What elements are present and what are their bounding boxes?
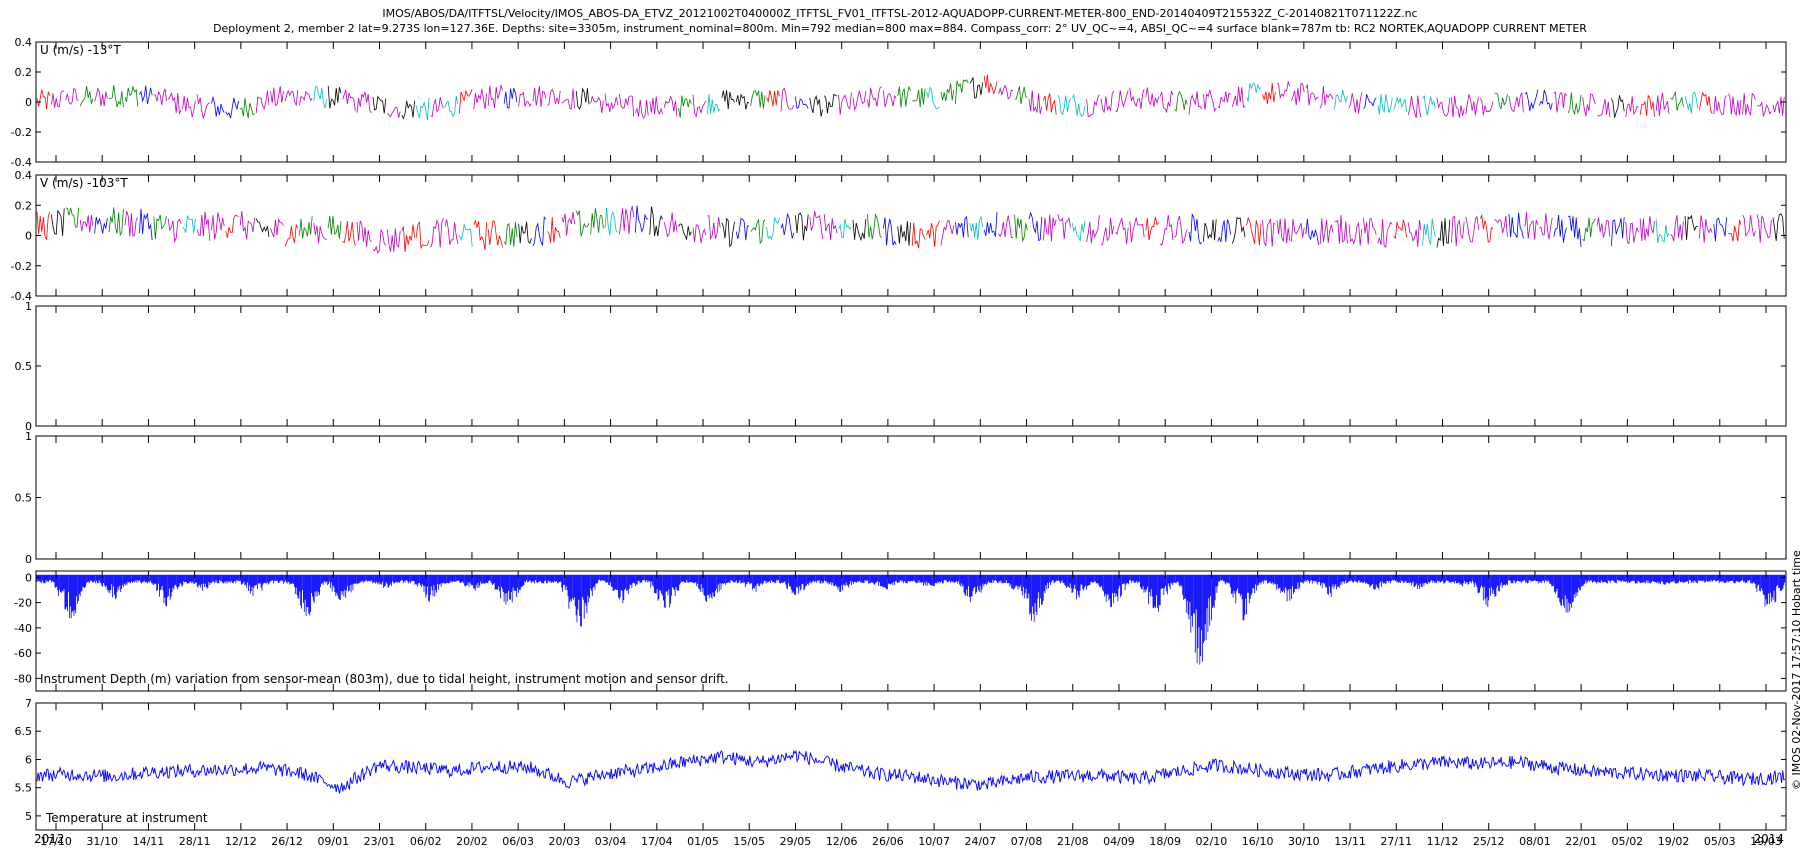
x-tick-label: 10/07 [918, 835, 950, 848]
series-line-temp [36, 749, 1786, 794]
x-tick-label: 14/11 [133, 835, 165, 848]
x-tick-label: 19/02 [1658, 835, 1690, 848]
y-tick-label-temp: 5.5 [15, 782, 33, 795]
axes-frame-empty2 [35, 435, 1787, 560]
panel-label-depth: Instrument Depth (m) variation from sens… [40, 672, 729, 686]
x-tick-label: 15/05 [733, 835, 765, 848]
imos-credit: © IMOS 02-Nov-2017 17:57:10 Hobart time [1790, 550, 1800, 790]
panel-label-v: V (m/s) -103°T [40, 176, 128, 190]
y-tick-label-v: 0.2 [15, 199, 33, 212]
x-tick-label: 17/04 [641, 835, 673, 848]
x-year-end-label: 2014 [1753, 832, 1784, 846]
y-tick-label-u: 0.4 [15, 36, 33, 49]
y-tick-label-v: -0.2 [11, 260, 32, 273]
panel-empty2: 00.51 [15, 430, 1787, 566]
y-tick-label-empty2: 0.5 [15, 492, 33, 505]
x-tick-label: 12/12 [225, 835, 257, 848]
x-tick-label: 05/03 [1704, 835, 1736, 848]
x-tick-label: 20/02 [456, 835, 488, 848]
x-tick-label: 01/05 [687, 835, 719, 848]
x-tick-label: 26/06 [872, 835, 904, 848]
y-tick-label-u: -0.2 [11, 126, 32, 139]
y-tick-label-empty1: 1 [25, 300, 32, 313]
x-tick-label: 11/12 [1427, 835, 1459, 848]
x-tick-label: 27/11 [1380, 835, 1412, 848]
axes-frame-u [35, 41, 1787, 163]
x-tick-label: 24/07 [964, 835, 996, 848]
x-tick-label: 13/11 [1334, 835, 1366, 848]
series-line-v-3 [182, 207, 1670, 247]
y-tick-label-temp: 7 [25, 697, 32, 710]
y-tick-label-v: 0.4 [15, 169, 33, 182]
x-tick-label: 26/12 [271, 835, 303, 848]
panel-label-u: U (m/s) -13°T [40, 43, 121, 57]
x-tick-label: 12/06 [826, 835, 858, 848]
x-tick-label: 02/10 [1196, 835, 1228, 848]
x-tick-label: 07/08 [1011, 835, 1043, 848]
x-tick-label: 18/09 [1149, 835, 1181, 848]
y-tick-label-u: 0.2 [15, 66, 33, 79]
series-line-u-5 [327, 77, 1625, 120]
x-tick-label: 06/02 [410, 835, 442, 848]
y-tick-label-temp: 5 [25, 810, 32, 823]
series-line-u-3 [313, 83, 1699, 120]
y-tick-label-temp: 6.5 [15, 725, 33, 738]
axes-frame-v [35, 174, 1787, 297]
x-tick-label: 03/04 [595, 835, 627, 848]
x-tick-label: 08/01 [1519, 835, 1551, 848]
x-tick-label: 22/01 [1565, 835, 1597, 848]
y-tick-label-empty1: 0.5 [15, 360, 33, 373]
x-tick-label: 05/02 [1611, 835, 1643, 848]
timeseries-figure: -0.4 -0.2 0 0.2 0.4 U (m/s) -13°T-0.4 -0.2 0 0.2… [11, 36, 1787, 848]
panel-v: -0.4-0.200.20.4V (m/s) -103°T [11, 169, 1787, 303]
x-tick-label: 16/10 [1242, 835, 1274, 848]
panel-empty1: 00.51 [15, 300, 1787, 433]
y-tick-label-empty2: 1 [25, 430, 32, 443]
x-tick-label: 28/11 [179, 835, 211, 848]
y-tick-label-depth: -80 [14, 672, 32, 685]
x-tick-label: 30/10 [1288, 835, 1320, 848]
x-tick-label: 04/09 [1103, 835, 1135, 848]
y-tick-label-depth: 0 [25, 571, 32, 584]
y-tick-label-temp: 6 [25, 753, 32, 766]
panel-label-temp: Temperature at instrument [45, 811, 208, 825]
series-line-u-2 [139, 85, 1553, 119]
panel-u: -0.4 -0.2 0 0.2 0.4 U (m/s) -13°T [11, 36, 1787, 169]
y-tick-label-u: 0 [25, 96, 32, 109]
x-tick-label: 20/03 [549, 835, 581, 848]
panel-depth: -80 -60 -40 -20 0 Instrument Depth (m) variat… [14, 570, 1787, 692]
panel-temp: 5 5.5 6 6.5 7 Temperature at instrument [15, 697, 1787, 831]
series-line-u-4 [51, 80, 1785, 119]
series-line-u-0 [36, 74, 1713, 117]
y-tick-label-depth: -60 [14, 647, 32, 660]
series-line-depth [36, 574, 1786, 665]
y-tick-label-v: 0 [25, 230, 32, 243]
x-tick-label: 31/10 [86, 835, 118, 848]
x-tick-label: 06/03 [502, 835, 534, 848]
x-tick-label: 23/01 [364, 835, 396, 848]
y-tick-label-depth: -40 [14, 622, 32, 635]
x-year-start-label: 2012 [34, 832, 65, 846]
y-tick-label-empty2: 0 [25, 553, 32, 566]
axes-frame-empty1 [35, 305, 1787, 427]
x-tick-label: 09/01 [317, 835, 349, 848]
x-tick-label: 25/12 [1473, 835, 1505, 848]
x-tick-label: 29/05 [780, 835, 812, 848]
y-tick-label-u: -0.4 [11, 156, 32, 169]
series-line-u-1 [79, 79, 1684, 119]
y-tick-label-depth: -20 [14, 597, 32, 610]
x-tick-label: 21/08 [1057, 835, 1089, 848]
series-line-v-0 [36, 211, 1742, 253]
